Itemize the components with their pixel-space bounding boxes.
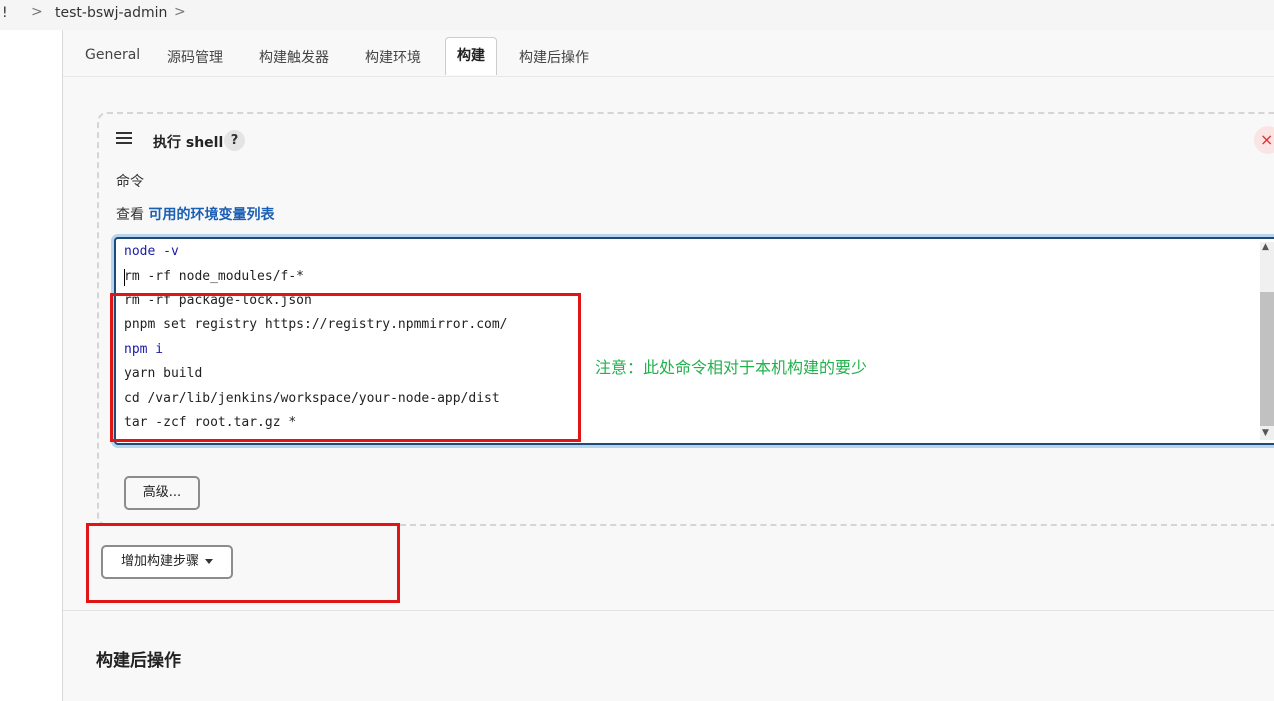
step-title: 执行 shell <box>153 135 224 151</box>
tab-general[interactable]: General <box>85 47 140 63</box>
code-line: rm -rf node_modules/f-* <box>124 269 304 291</box>
tab-source-code[interactable]: 源码管理 <box>167 47 223 67</box>
code-line-1: rm -rf node_modules/f-* <box>124 269 305 284</box>
env-vars-link[interactable]: 可用的环境变量列表 <box>148 207 274 223</box>
breadcrumb-separator-dropdown[interactable]: > <box>174 4 186 20</box>
breadcrumb-job-link[interactable]: test-bswj-admin <box>55 5 167 21</box>
help-icon[interactable]: ? <box>224 130 245 151</box>
annotation-note: 注意：此处命令相对于本机构建的要少 <box>595 358 868 377</box>
tab-build-environment[interactable]: 构建环境 <box>365 47 421 67</box>
annotation-box-commands <box>110 293 581 442</box>
chevron-down-icon <box>205 559 214 564</box>
breadcrumb-prefix: ! <box>2 5 8 21</box>
tab-post-build[interactable]: 构建后操作 <box>519 47 589 67</box>
breadcrumb-bar: ! > test-bswj-admin > <box>0 0 1274 30</box>
code-line: node -v <box>124 244 179 266</box>
advanced-button[interactable]: 高级... <box>124 476 200 510</box>
scroll-thumb[interactable] <box>1260 292 1274 426</box>
section-divider <box>63 610 1274 611</box>
command-label: 命令 <box>116 174 144 190</box>
add-build-step-button[interactable]: 增加构建步骤 <box>101 545 233 579</box>
code-line-0: node -v <box>124 244 179 259</box>
textarea-scrollbar[interactable]: ▲ ▼ <box>1260 242 1274 440</box>
drag-handle-icon[interactable] <box>116 132 132 148</box>
post-build-section-title: 构建后操作 <box>96 651 181 671</box>
tab-build-triggers[interactable]: 构建触发器 <box>259 47 329 67</box>
scroll-up-icon[interactable]: ▲ <box>1262 242 1269 252</box>
breadcrumb-separator: > <box>31 4 43 20</box>
tab-build[interactable]: 构建 <box>445 37 497 75</box>
env-vars-line: 查看 可用的环境变量列表 <box>116 204 274 224</box>
add-build-step-label: 增加构建步骤 <box>121 554 200 569</box>
side-panel <box>0 30 63 701</box>
scroll-down-icon[interactable]: ▼ <box>1262 428 1269 438</box>
env-vars-prefix: 查看 <box>116 207 149 223</box>
close-icon[interactable]: × <box>1254 126 1274 154</box>
config-tab-bar: General 源码管理 构建触发器 构建环境 构建 构建后操作 <box>63 30 1274 77</box>
